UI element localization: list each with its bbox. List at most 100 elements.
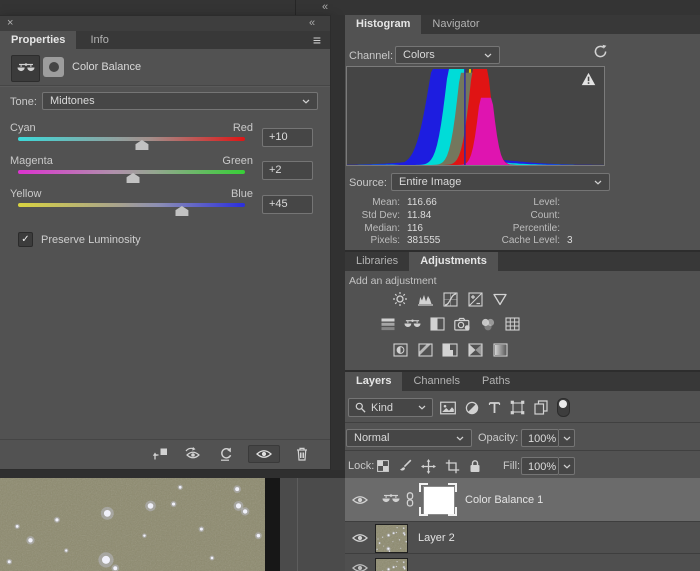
collapse-dock-icon[interactable]: « (322, 1, 328, 14)
source-value: Entire Image (399, 176, 462, 188)
photo-filter-icon[interactable] (454, 316, 471, 332)
panel-menu-icon[interactable]: ≡ (313, 31, 321, 49)
clip-to-layer-icon[interactable] (153, 447, 168, 461)
layer-visibility-eye-icon[interactable] (352, 533, 368, 543)
filter-type-layers-icon[interactable] (488, 401, 501, 414)
layer-row-partial[interactable] (345, 553, 700, 571)
layer-name[interactable]: Layer 2 (418, 532, 455, 544)
filter-pixel-layers-icon[interactable] (440, 401, 456, 415)
yellow-blue-value-field[interactable]: +45 (262, 195, 313, 214)
layer-visibility-eye-icon[interactable] (352, 495, 368, 505)
cyan-red-value-field[interactable]: +10 (262, 128, 313, 147)
posterize-icon[interactable] (417, 342, 434, 358)
adjustment-icons-row-3 (345, 342, 555, 358)
filter-adjustment-layers-icon[interactable] (465, 401, 479, 415)
exposure-icon[interactable] (467, 291, 484, 307)
black-white-icon[interactable] (429, 316, 446, 332)
filter-shape-layers-icon[interactable] (510, 400, 525, 415)
opacity-dropdown-button[interactable] (559, 429, 575, 447)
document-image-starfield[interactable] (0, 478, 265, 571)
cached-data-warning-icon[interactable] (581, 72, 596, 86)
layer-thumbnail[interactable] (375, 558, 408, 571)
filter-smart-objects-icon[interactable] (534, 400, 548, 415)
color-lookup-icon[interactable] (504, 316, 521, 332)
channel-mixer-icon[interactable] (479, 316, 496, 332)
cyan-red-slider-thumb[interactable] (135, 140, 149, 150)
tab-adjustments[interactable]: Adjustments (409, 252, 498, 271)
toggle-visibility-eye-icon[interactable] (248, 444, 280, 463)
layer-thumbnail[interactable] (375, 524, 408, 553)
lock-all-padlock-icon[interactable] (469, 459, 481, 473)
layer-name[interactable]: Color Balance 1 (465, 494, 543, 506)
channel-dropdown[interactable]: Colors (395, 46, 500, 64)
refresh-histogram-icon[interactable] (593, 44, 608, 59)
tab-navigator[interactable]: Navigator (421, 15, 490, 34)
lock-position-move-icon[interactable] (421, 458, 436, 474)
opacity-field[interactable]: 100% (521, 429, 559, 447)
chevron-down-icon (563, 436, 571, 441)
layer-mask-chip[interactable] (43, 57, 64, 77)
tab-libraries[interactable]: Libraries (345, 252, 409, 271)
levels-icon[interactable] (417, 291, 434, 307)
fill-field[interactable]: 100% (521, 457, 559, 475)
magenta-green-value-field[interactable]: +2 (262, 161, 313, 180)
lock-image-pixels-brush-icon[interactable] (398, 459, 412, 473)
vibrance-icon[interactable] (492, 291, 509, 307)
panel-drag-header[interactable]: × « (0, 16, 330, 31)
magenta-green-gradient-track[interactable] (18, 170, 245, 174)
cyan-red-gradient-track[interactable] (18, 137, 245, 141)
curves-icon[interactable] (442, 291, 459, 307)
layer-filter-kind-dropdown[interactable]: Kind (348, 398, 433, 417)
color-balance-adjustment-button[interactable] (11, 55, 40, 82)
histogram-stats-right: Level: Count: Percentile: Cache Level: 3 (501, 197, 573, 247)
tab-paths[interactable]: Paths (471, 372, 521, 391)
label-red: Red (232, 122, 253, 134)
invert-icon[interactable] (392, 342, 409, 358)
blend-mode-dropdown[interactable]: Normal (346, 429, 472, 447)
add-adjustment-label: Add an adjustment (349, 275, 437, 287)
yellow-blue-slider-thumb[interactable] (175, 206, 189, 216)
tab-histogram[interactable]: Histogram (345, 15, 422, 34)
tab-info[interactable]: Info (79, 31, 119, 49)
layer-mask-thumbnail[interactable] (419, 483, 457, 516)
close-icon[interactable]: × (7, 16, 13, 30)
layer-filter-toggle[interactable] (557, 398, 570, 417)
yellow-blue-slider[interactable] (18, 203, 245, 217)
fill-dropdown-button[interactable] (559, 457, 575, 475)
yellow-blue-gradient-track[interactable] (18, 203, 245, 207)
label-magenta: Magenta (10, 155, 53, 167)
delete-adjustment-trash-icon[interactable] (296, 447, 308, 461)
source-dropdown[interactable]: Entire Image (391, 173, 610, 191)
canvas-background (0, 470, 345, 478)
color-balance-icon[interactable] (404, 316, 421, 332)
tab-channels[interactable]: Channels (402, 372, 470, 391)
view-previous-state-eye-icon[interactable] (184, 447, 202, 460)
brightness-contrast-icon[interactable] (392, 291, 409, 307)
tab-layers[interactable]: Layers (345, 372, 403, 391)
layer-visibility-eye-icon[interactable] (352, 563, 368, 571)
reset-adjustment-icon[interactable] (218, 447, 232, 461)
lock-artboard-icon[interactable] (445, 459, 460, 474)
layer-row-color-balance[interactable]: Color Balance 1 (345, 478, 700, 521)
color-balance-layer-icon[interactable] (382, 493, 400, 506)
tone-dropdown[interactable]: Midtones (42, 92, 318, 110)
mask-selection-bracket (419, 507, 428, 516)
hue-saturation-icon[interactable] (379, 316, 396, 332)
gradient-map-icon[interactable] (467, 342, 484, 358)
slider-labels-magenta-green: Magenta Green (10, 155, 253, 167)
tab-properties[interactable]: Properties (0, 31, 77, 49)
mask-circle-icon (48, 62, 59, 72)
collapse-panel-icon[interactable]: « (309, 17, 315, 30)
mask-link-chain-icon[interactable] (406, 492, 414, 507)
magenta-green-slider[interactable] (18, 170, 245, 184)
threshold-icon[interactable] (442, 342, 459, 358)
lock-transparent-pixels-icon[interactable] (377, 460, 389, 472)
preserve-luminosity-checkbox[interactable]: ✓ (18, 232, 33, 247)
cyan-red-slider[interactable] (18, 137, 245, 151)
properties-footer-bar (0, 439, 330, 467)
selective-color-icon[interactable] (492, 342, 509, 358)
mask-selection-bracket (448, 483, 457, 492)
layer-row-layer-2[interactable]: Layer 2 (345, 521, 700, 554)
magenta-green-slider-thumb[interactable] (126, 173, 140, 183)
histogram-plot[interactable] (346, 66, 605, 166)
